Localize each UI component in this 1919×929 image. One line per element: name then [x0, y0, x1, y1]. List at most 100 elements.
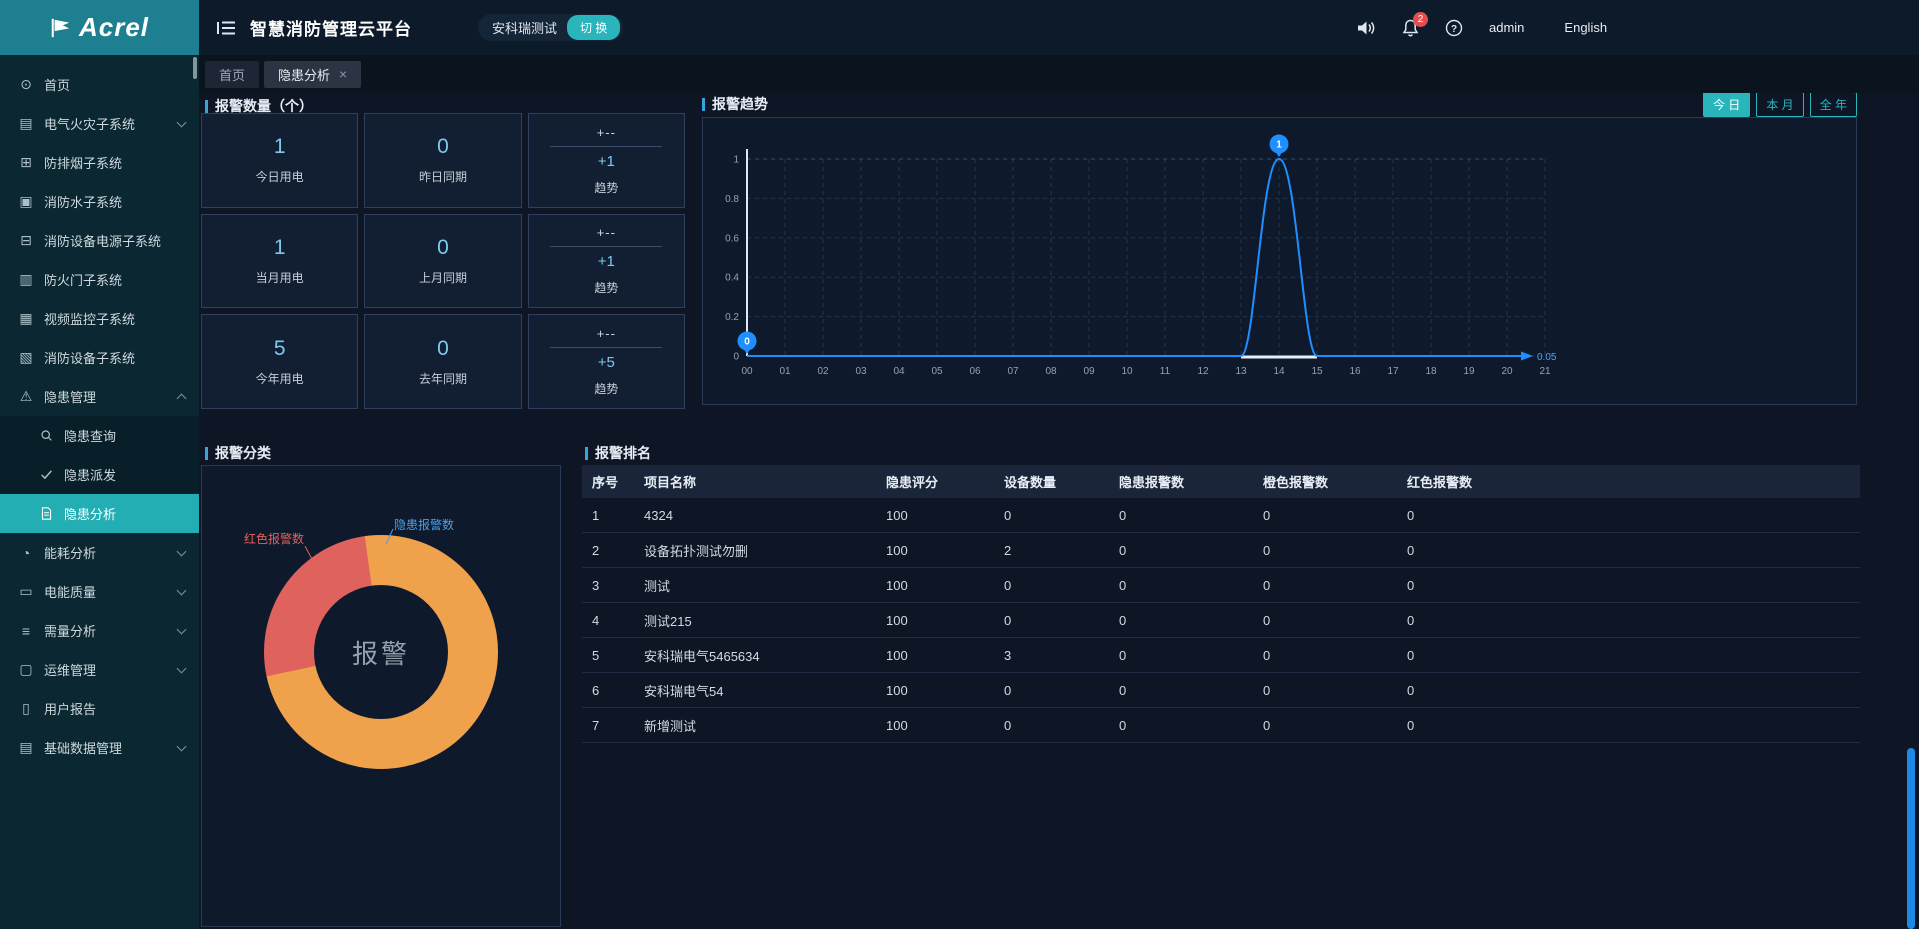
- svg-text:0.4: 0.4: [725, 273, 739, 284]
- sidebar-item-label: 首页: [44, 75, 185, 94]
- table-header-cell[interactable]: 项目名称: [634, 472, 876, 491]
- table-row[interactable]: 143241000000: [582, 498, 1860, 533]
- main-scrollbar-thumb[interactable]: [1907, 748, 1915, 929]
- red-alarm-count-label: 红色报警数: [244, 530, 304, 547]
- table-cell: 0: [1253, 648, 1397, 663]
- trend-section-title: 报警趋势: [702, 94, 768, 114]
- demand-icon: ≡: [18, 623, 34, 639]
- table-cell: 0: [1397, 648, 1860, 663]
- sidebar-item-label: 需量分析: [44, 621, 168, 640]
- table-header-cell[interactable]: 红色报警数: [1397, 472, 1860, 491]
- chevron-down-icon: [177, 585, 187, 595]
- language-switch[interactable]: English: [1564, 20, 1607, 35]
- tab-bar: 首页隐患分析 ×: [199, 55, 1919, 93]
- table-cell: 2: [994, 543, 1109, 558]
- sidebar-item[interactable]: ▤基础数据管理: [0, 728, 199, 767]
- table-row[interactable]: 5安科瑞电气54656341003000: [582, 638, 1860, 673]
- sidebar-item[interactable]: ⊟消防设备电源子系统: [0, 221, 199, 260]
- notification-bell-icon[interactable]: 2: [1402, 19, 1419, 37]
- sidebar-item-label: 消防设备子系统: [44, 348, 185, 367]
- trend-delta: +1: [598, 253, 615, 270]
- table-row[interactable]: 7新增测试1000000: [582, 708, 1860, 743]
- sidebar-subitem[interactable]: 隐患分析: [0, 494, 199, 533]
- tab-label: 隐患分析: [278, 65, 330, 84]
- username[interactable]: admin: [1489, 20, 1524, 35]
- sidebar-subitem-label: 隐患查询: [64, 426, 185, 445]
- trend-line-chart: 00.20.40.60.8100010203040506070809101112…: [703, 118, 1856, 404]
- sidebar-subitem[interactable]: 隐患派发: [0, 455, 199, 494]
- sidebar-item-label: 电能质量: [44, 582, 168, 601]
- speaker-icon[interactable]: [1357, 20, 1376, 36]
- table-cell: 6: [582, 683, 634, 698]
- sidebar-item-label: 消防水子系统: [44, 192, 185, 211]
- table-cell: 7: [582, 718, 634, 733]
- trend-range-buttons: 今 日本 月全 年: [1703, 93, 1857, 117]
- table-row[interactable]: 2设备拓扑测试勿删1002000: [582, 533, 1860, 568]
- sidebar-item[interactable]: ▤电气火灾子系统: [0, 104, 199, 143]
- table-row[interactable]: 4测试2151000000: [582, 603, 1860, 638]
- trend-title-text: 报警趋势: [712, 94, 768, 114]
- table-row[interactable]: 3测试1000000: [582, 568, 1860, 603]
- sidebar-item[interactable]: ▥防火门子系统: [0, 260, 199, 299]
- sidebar-item-label: 基础数据管理: [44, 738, 168, 757]
- help-icon[interactable]: ?: [1445, 19, 1463, 37]
- sidebar-item[interactable]: ▣消防水子系统: [0, 182, 199, 221]
- table-cell: 100: [876, 508, 994, 523]
- stat-value: 0: [437, 236, 449, 260]
- sidebar-subitem[interactable]: 隐患查询: [0, 416, 199, 455]
- table-row[interactable]: 6安科瑞电气541000000: [582, 673, 1860, 708]
- tab-close-icon[interactable]: ×: [339, 67, 347, 81]
- sidebar-scrollbar-thumb[interactable]: [193, 57, 197, 79]
- sidebar-item[interactable]: ⊞防排烟子系统: [0, 143, 199, 182]
- svg-text:0.6: 0.6: [725, 233, 739, 244]
- table-header-cell[interactable]: 隐患评分: [876, 472, 994, 491]
- svg-text:1: 1: [1276, 140, 1282, 151]
- svg-text:00: 00: [741, 366, 753, 377]
- sidebar-item[interactable]: ≡ 需量分析: [0, 611, 199, 650]
- table-cell: 0: [994, 683, 1109, 698]
- sidebar-item[interactable]: ▭电能质量: [0, 572, 199, 611]
- svg-text:06: 06: [969, 366, 981, 377]
- sidebar-item[interactable]: ▦视频监控子系统: [0, 299, 199, 338]
- sidebar-item[interactable]: ▢运维管理: [0, 650, 199, 689]
- section-title-marker: [205, 100, 208, 113]
- table-header-cell[interactable]: 序号: [582, 472, 634, 491]
- collapse-menu-icon[interactable]: [216, 19, 236, 37]
- trend-header: 报警趋势 今 日本 月全 年: [702, 93, 1857, 115]
- svg-text:16: 16: [1349, 366, 1361, 377]
- stat-label: 昨日同期: [419, 168, 467, 185]
- switch-tenant-button[interactable]: 切 换: [567, 15, 620, 40]
- tab[interactable]: 首页: [205, 61, 259, 88]
- svg-text:13: 13: [1235, 366, 1247, 377]
- table-cell: 0: [1109, 578, 1253, 593]
- svg-text:19: 19: [1463, 366, 1475, 377]
- stat-card: 0上月同期: [364, 214, 521, 309]
- trend-divider: [550, 347, 662, 348]
- table-cell: 0: [1253, 683, 1397, 698]
- svg-text:12: 12: [1197, 366, 1209, 377]
- sidebar-item[interactable]: ▧消防设备子系统: [0, 338, 199, 377]
- sidebar-item[interactable]: ⚠隐患管理: [0, 377, 199, 416]
- svg-text:07: 07: [1007, 366, 1019, 377]
- logo: Acrel: [0, 0, 199, 55]
- trend-chart-panel: 00.20.40.60.8100010203040506070809101112…: [702, 117, 1857, 405]
- stat-label: 今日用电: [256, 168, 304, 185]
- range-button[interactable]: 全 年: [1810, 93, 1857, 117]
- sidebar-item[interactable]: ⊙首页: [0, 65, 199, 104]
- table-cell: 0: [1109, 543, 1253, 558]
- tab[interactable]: 隐患分析 ×: [264, 61, 361, 88]
- range-button[interactable]: 今 日: [1703, 93, 1750, 117]
- video-icon: ▦: [18, 310, 34, 327]
- table-header-cell[interactable]: 设备数量: [994, 472, 1109, 491]
- stat-value: 1: [274, 135, 286, 159]
- range-button[interactable]: 本 月: [1756, 93, 1803, 117]
- sidebar-item[interactable]: ◔能耗分析: [0, 533, 199, 572]
- table-header-cell[interactable]: 橙色报警数: [1253, 472, 1397, 491]
- search-icon: [38, 429, 54, 442]
- table-cell: 0: [1109, 648, 1253, 663]
- table-cell: 100: [876, 578, 994, 593]
- stat-trend-card: +--+5趋势: [528, 314, 685, 409]
- table-header-cell[interactable]: 隐患报警数: [1109, 472, 1253, 491]
- sidebar-item[interactable]: ▯用户报告: [0, 689, 199, 728]
- sidebar-menu: ⊙首页▤电气火灾子系统⊞防排烟子系统▣消防水子系统⊟消防设备电源子系统▥防火门子…: [0, 55, 199, 929]
